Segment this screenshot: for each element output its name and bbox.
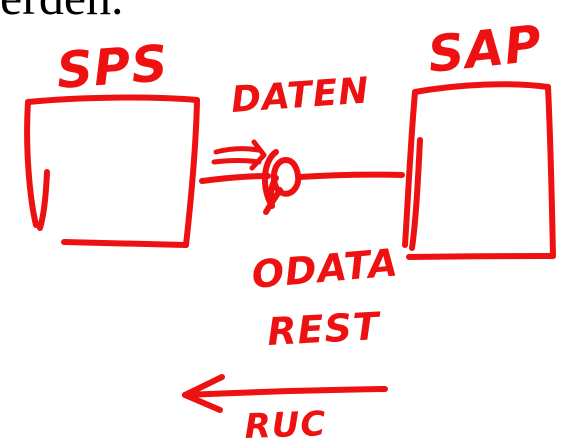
left-box-right-edge <box>183 97 200 248</box>
left-box-top-edge <box>25 94 200 105</box>
middle-label-1: ODATA <box>250 240 400 297</box>
left-box-left-edge <box>24 99 39 228</box>
connector-arrow-line-lower <box>211 158 262 165</box>
connector-arrow-line-upper <box>213 146 261 155</box>
left-box-label: SPS <box>55 34 170 100</box>
right-box-top-edge <box>412 81 551 95</box>
handwritten-sketch: SPS SAP DATEN ODATA REST RUC <box>24 14 556 441</box>
right-box-bottom-edge <box>406 253 556 260</box>
top-label: DATEN <box>230 70 371 121</box>
connector-arrow-head <box>249 139 267 171</box>
ink-group <box>24 81 556 413</box>
left-box-inner-stroke <box>37 169 50 231</box>
right-box-right-edge <box>545 84 556 259</box>
left-box-bottom-edge <box>61 239 189 248</box>
connector-line-left <box>199 173 271 184</box>
middle-label-2: REST <box>266 304 383 354</box>
right-box-label: SAP <box>425 14 545 84</box>
bottom-arrow-shaft <box>182 386 388 398</box>
connector-line-right <box>297 171 405 180</box>
bottom-label: RUC <box>244 404 327 441</box>
diagram-canvas: erden. <box>0 0 584 441</box>
